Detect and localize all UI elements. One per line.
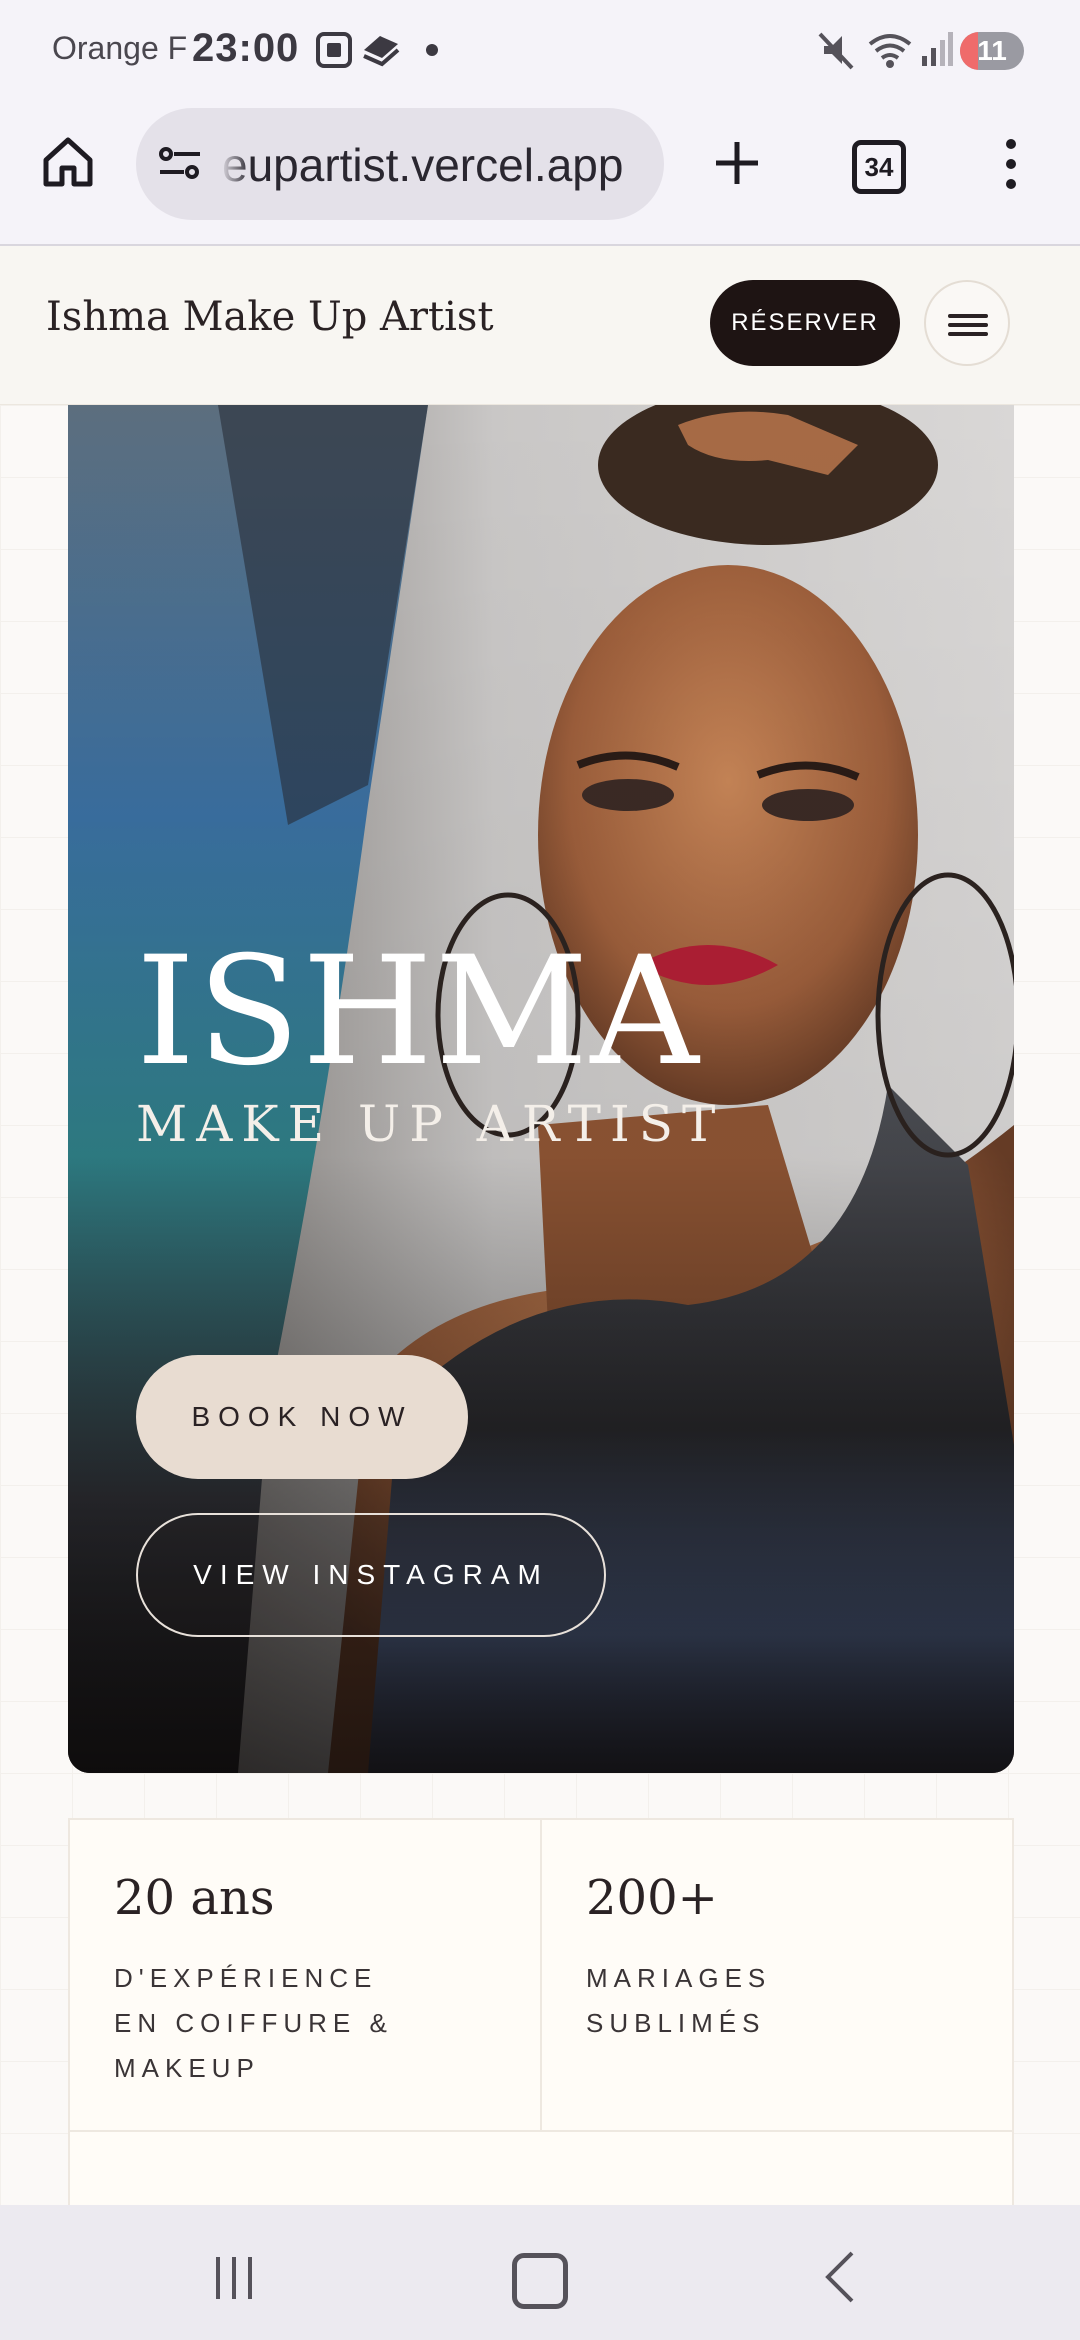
- stat-value: 200+: [586, 1870, 718, 1926]
- carrier-name: Orange F: [52, 30, 188, 66]
- divider: [70, 2130, 1012, 2132]
- reserve-button[interactable]: RÉSERVER: [710, 280, 900, 366]
- recents-icon[interactable]: [212, 2253, 256, 2303]
- stat-label: D'EXPÉRIENCE EN COIFFURE & MAKEUP: [114, 1963, 393, 2083]
- site-brand[interactable]: Ishma Make Up Artist: [46, 294, 494, 340]
- screenshot-icon: [316, 32, 352, 68]
- address-bar[interactable]: eupartist.vercel.app: [136, 108, 664, 220]
- hero-subtitle: MAKE UP ARTIST: [136, 1095, 725, 1153]
- stat-card-weddings: 200+ MARIAGES SUBLIMÉS: [542, 1820, 1012, 2130]
- stats-grid: 20 ans D'EXPÉRIENCE EN COIFFURE & MAKEUP…: [68, 1818, 1014, 2208]
- battery-badge: 11: [960, 32, 1024, 70]
- new-tab-icon[interactable]: [712, 138, 762, 188]
- hamburger-icon: [948, 314, 988, 318]
- view-instagram-button[interactable]: VIEW INSTAGRAM: [136, 1513, 606, 1637]
- stat-card-experience: 20 ans D'EXPÉRIENCE EN COIFFURE & MAKEUP: [70, 1820, 542, 2130]
- browser-toolbar: eupartist.vercel.app 34: [0, 100, 1080, 246]
- site-settings-icon[interactable]: [156, 142, 206, 186]
- home-nav-icon[interactable]: [512, 2253, 568, 2309]
- dot-icon: [426, 44, 438, 56]
- url-text[interactable]: eupartist.vercel.app: [222, 138, 623, 192]
- tab-switcher-button[interactable]: 34: [852, 140, 906, 194]
- battery-level: 11: [977, 35, 1007, 66]
- status-time: 23:00: [192, 26, 300, 70]
- status-bar: Orange F 23:00 11: [0, 0, 1080, 100]
- menu-button[interactable]: [924, 280, 1010, 366]
- system-navigation-bar: [0, 2205, 1080, 2340]
- mute-icon: [818, 32, 854, 70]
- site-header: Ishma Make Up Artist RÉSERVER: [0, 246, 1080, 405]
- stat-value: 20 ans: [114, 1870, 275, 1926]
- book-now-button[interactable]: BOOK NOW: [136, 1355, 468, 1479]
- stat-label: MARIAGES SUBLIMÉS: [586, 1963, 772, 2038]
- layers-icon: [363, 36, 400, 67]
- hero-section: ISHMA MAKE UP ARTIST BOOK NOW VIEW INSTA…: [68, 405, 1014, 1773]
- back-icon[interactable]: [820, 2249, 860, 2305]
- page-content: ISHMA MAKE UP ARTIST BOOK NOW VIEW INSTA…: [0, 405, 1080, 2208]
- more-options-icon[interactable]: [996, 136, 1026, 192]
- wifi-icon: [868, 34, 912, 68]
- signal-icon: [922, 32, 953, 66]
- hero-title: ISHMA: [136, 925, 701, 1099]
- home-icon[interactable]: [40, 134, 96, 190]
